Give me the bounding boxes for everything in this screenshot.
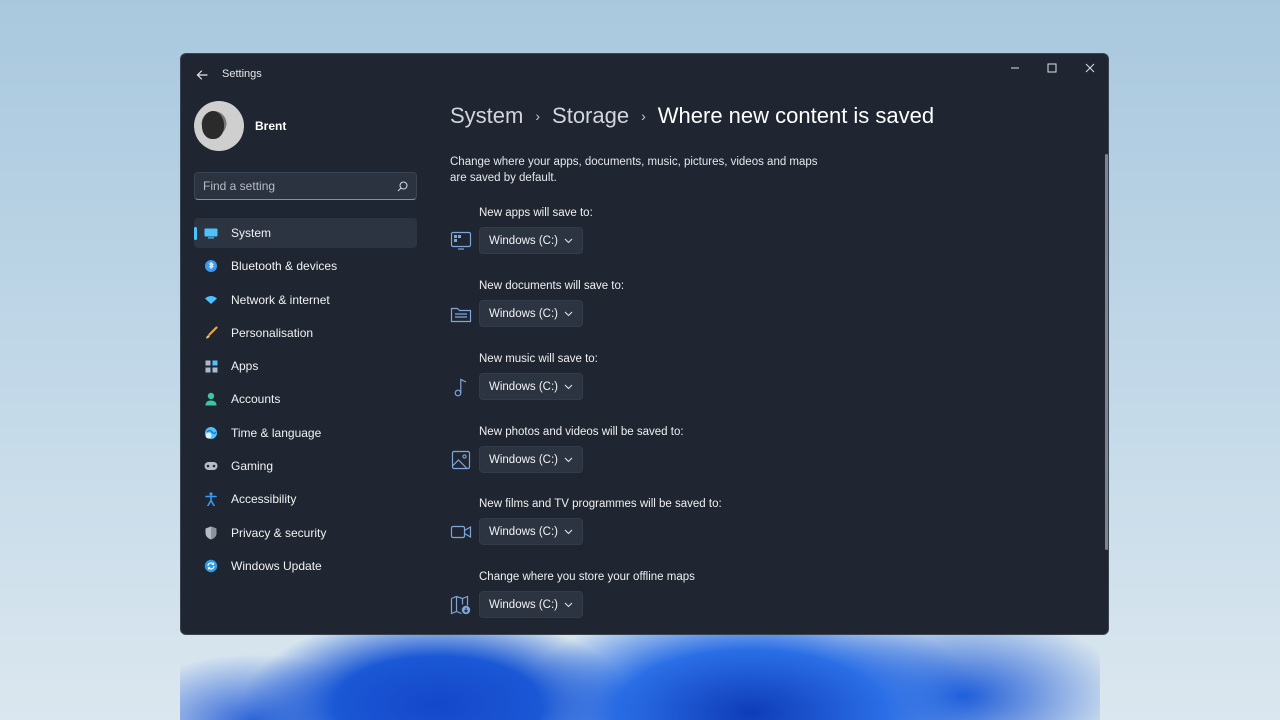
- documents-folder-icon: [450, 303, 472, 325]
- chevron-down-icon: [563, 236, 573, 246]
- sidebar-item-label: Gaming: [231, 459, 274, 474]
- app-title: Settings: [222, 68, 262, 80]
- documents-drive-dropdown[interactable]: Windows (C:): [479, 300, 583, 327]
- chevron-down-icon: [563, 309, 573, 319]
- sidebar-item-accessibility[interactable]: Accessibility: [194, 484, 417, 514]
- sidebar-item-accounts[interactable]: Accounts: [194, 384, 417, 414]
- main-content: System › Storage › Where new content is …: [450, 54, 1090, 634]
- sidebar-item-privacy[interactable]: Privacy & security: [194, 518, 417, 548]
- apps-window-icon: [450, 230, 472, 252]
- sidebar-item-label: Apps: [231, 359, 259, 374]
- video-camera-icon: [450, 521, 472, 543]
- sidebar-item-windows-update[interactable]: Windows Update: [194, 551, 417, 581]
- sidebar-item-label: Accounts: [231, 392, 281, 407]
- save-location-photos: New photos and videos will be saved to: …: [450, 426, 850, 492]
- search-box: [194, 172, 417, 200]
- chevron-down-icon: [563, 382, 573, 392]
- photos-drive-dropdown[interactable]: Windows (C:): [479, 446, 583, 473]
- bluetooth-icon: [204, 259, 218, 273]
- save-location-label: New music will save to:: [479, 353, 598, 365]
- profile-name: Brent: [255, 119, 287, 133]
- maps-drive-dropdown[interactable]: Windows (C:): [479, 591, 583, 618]
- page-title: Where new content is saved: [657, 103, 935, 128]
- apps-icon: [204, 359, 218, 373]
- user-profile[interactable]: Brent: [194, 101, 286, 151]
- chevron-down-icon: [563, 455, 573, 465]
- breadcrumb-separator: ›: [535, 108, 541, 124]
- sidebar-item-personalisation[interactable]: Personalisation: [194, 318, 417, 348]
- sidebar-item-bluetooth[interactable]: Bluetooth & devices: [194, 251, 417, 281]
- accessibility-icon: [204, 492, 218, 507]
- sidebar-item-label: System: [231, 226, 272, 240]
- save-location-maps: Change where you store your offline maps…: [450, 571, 850, 634]
- music-drive-dropdown[interactable]: Windows (C:): [479, 373, 583, 400]
- accounts-icon: [204, 392, 218, 406]
- system-icon: [204, 226, 218, 240]
- sidebar-item-label: Personalisation: [231, 325, 314, 340]
- films-drive-dropdown[interactable]: Windows (C:): [479, 518, 583, 545]
- sidebar-item-time-language[interactable]: Time & language: [194, 418, 417, 448]
- sidebar-item-label: Windows Update: [231, 558, 322, 573]
- dropdown-value: Windows (C:): [489, 380, 559, 393]
- sidebar-item-system[interactable]: System: [194, 218, 417, 248]
- breadcrumb-system[interactable]: System: [450, 103, 523, 129]
- sidebar-item-apps[interactable]: Apps: [194, 351, 417, 381]
- brush-icon: [204, 326, 218, 340]
- music-note-icon: [450, 376, 472, 398]
- breadcrumb-separator: ›: [641, 108, 646, 124]
- chevron-down-icon: [563, 527, 573, 537]
- sidebar-item-label: Time & language: [231, 425, 322, 440]
- sidebar-item-label: Network & internet: [231, 292, 330, 307]
- breadcrumb: System › Storage › Where new content is …: [450, 103, 934, 129]
- save-location-films: New films and TV programmes will be save…: [450, 498, 850, 564]
- update-icon: [204, 559, 218, 573]
- dropdown-value: Windows (C:): [489, 307, 559, 320]
- save-location-apps: New apps will save to: Windows (C:): [450, 207, 850, 273]
- gamepad-icon: [204, 459, 218, 473]
- search-input[interactable]: [203, 179, 396, 193]
- photo-icon: [450, 449, 472, 471]
- apps-drive-dropdown[interactable]: Windows (C:): [479, 227, 583, 254]
- search-icon[interactable]: [396, 180, 408, 192]
- dropdown-value: Windows (C:): [489, 525, 559, 538]
- avatar: [194, 101, 244, 151]
- sidebar-item-network[interactable]: Network & internet: [194, 285, 417, 315]
- save-location-label: New photos and videos will be saved to:: [479, 426, 684, 438]
- save-location-music: New music will save to: Windows (C:): [450, 353, 850, 419]
- breadcrumb-storage[interactable]: Storage: [552, 103, 629, 129]
- save-location-label: Change where you store your offline maps: [479, 571, 695, 583]
- wifi-icon: [204, 293, 218, 307]
- sidebar-item-gaming[interactable]: Gaming: [194, 451, 417, 481]
- sidebar-nav: System Bluetooth & devices Network & int…: [194, 218, 417, 584]
- settings-window: Settings Brent System Bluetooth & device…: [180, 53, 1109, 635]
- dropdown-value: Windows (C:): [489, 453, 559, 466]
- sidebar-item-label: Bluetooth & devices: [231, 259, 338, 274]
- offline-maps-icon: [450, 594, 472, 616]
- shield-icon: [204, 526, 218, 540]
- dropdown-value: Windows (C:): [489, 598, 559, 611]
- sidebar-item-label: Privacy & security: [231, 525, 327, 540]
- save-location-label: New documents will save to:: [479, 280, 625, 292]
- save-location-label: New films and TV programmes will be save…: [479, 498, 722, 510]
- dropdown-value: Windows (C:): [489, 234, 559, 247]
- sidebar-item-label: Accessibility: [231, 492, 297, 507]
- globe-icon: [204, 426, 218, 440]
- chevron-down-icon: [563, 600, 573, 610]
- save-location-label: New apps will save to:: [479, 207, 593, 219]
- save-location-documents: New documents will save to: Windows (C:): [450, 280, 850, 346]
- back-arrow-icon[interactable]: [191, 64, 213, 86]
- scrollbar[interactable]: [1105, 154, 1108, 550]
- page-description: Change where your apps, documents, music…: [450, 156, 818, 184]
